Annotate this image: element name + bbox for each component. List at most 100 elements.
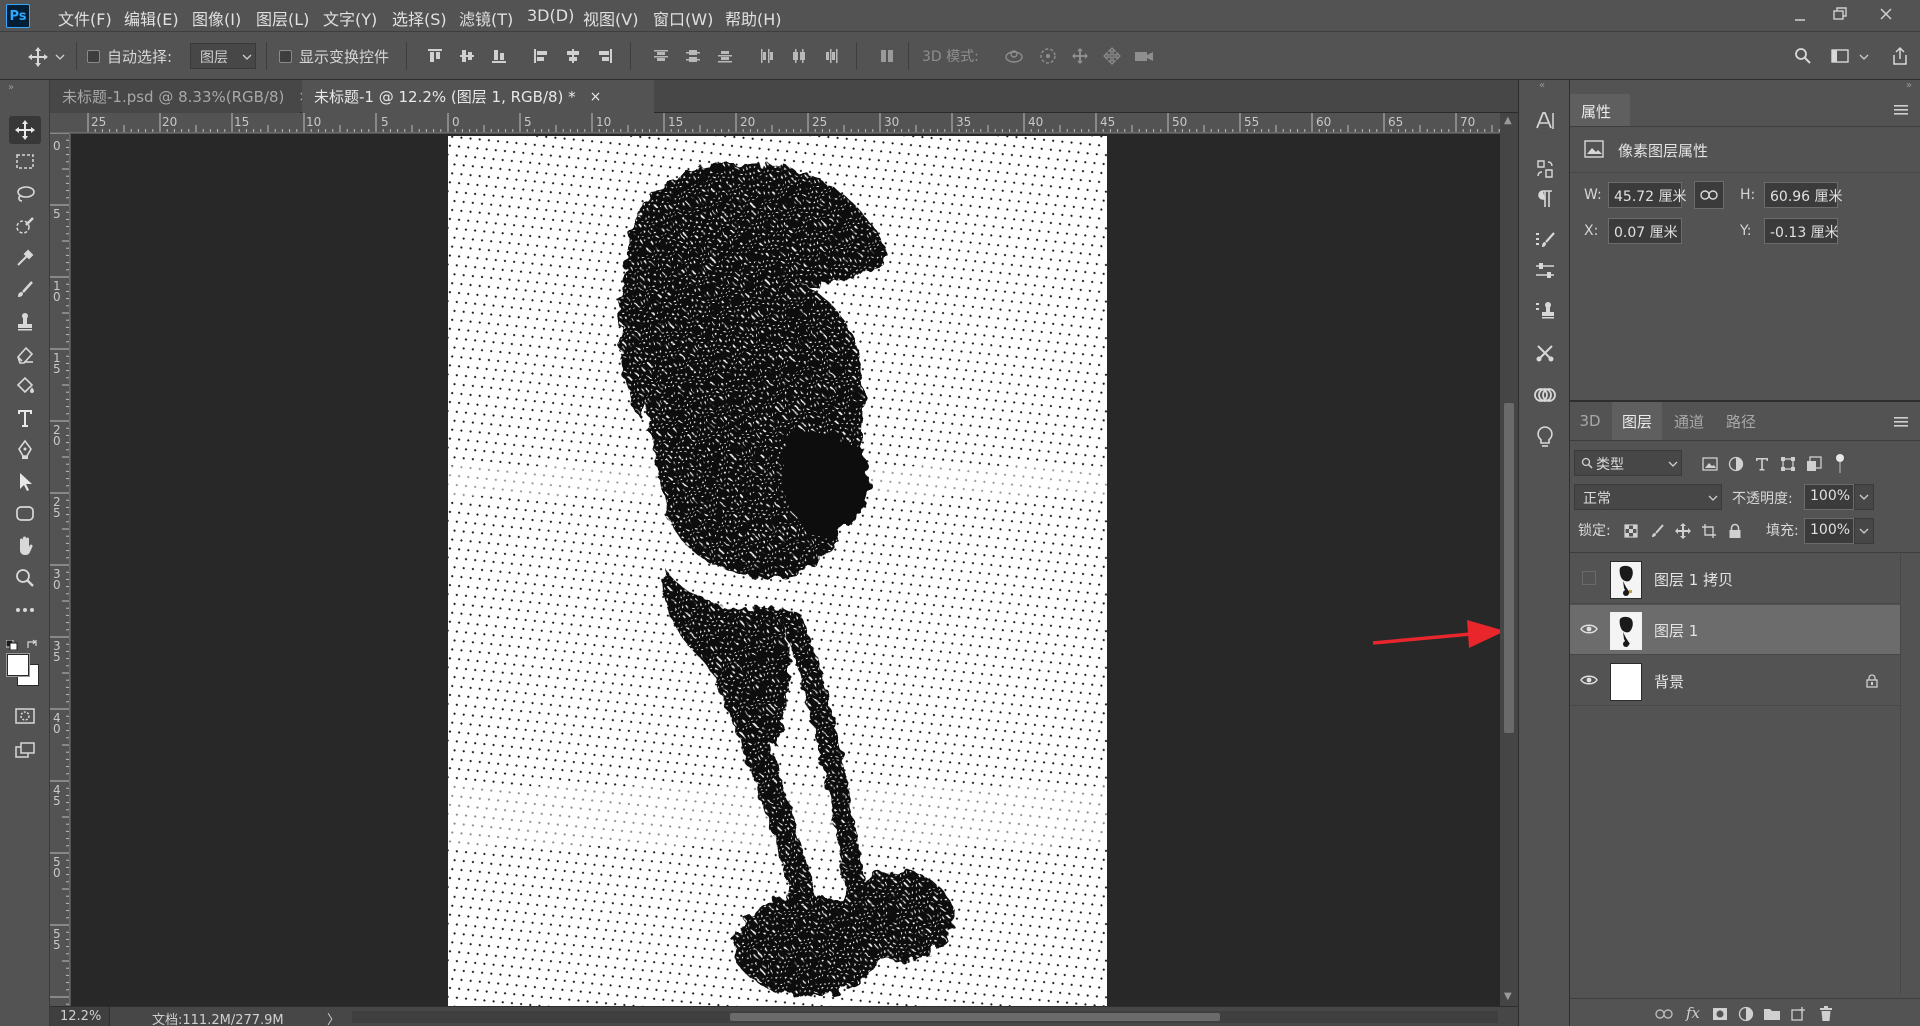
chevron-down-icon[interactable] [1854,484,1874,510]
move-tool-icon[interactable] [9,116,41,144]
filter-smart-object-icon[interactable] [1804,454,1824,474]
lasso-tool-icon[interactable] [9,180,41,208]
screen-mode-icon[interactable] [9,736,41,764]
scroll-thumb[interactable] [730,1013,1220,1021]
delete-layer-icon[interactable] [1816,1005,1836,1023]
marquee-tool-icon[interactable] [9,148,41,176]
layer-row-active[interactable]: 图层 1 [1570,605,1900,655]
eye-icon[interactable] [1578,671,1600,689]
3d-roll-icon[interactable] [1036,45,1060,67]
close-tab-icon[interactable]: × [590,89,602,105]
lock-all-icon[interactable] [1726,522,1744,540]
3d-orbit-icon[interactable] [1002,45,1026,67]
menu-file[interactable]: 文件(F) [58,6,112,30]
link-layers-icon[interactable] [1654,1005,1674,1023]
tab-paths[interactable]: 路径 [1716,402,1766,440]
3d-camera-icon[interactable] [1132,45,1156,67]
workspace-icon[interactable] [1828,45,1852,67]
filter-pixel-icon[interactable] [1700,454,1720,474]
menu-edit[interactable]: 编辑(E) [124,6,179,30]
vertical-scrollbar[interactable]: ▲ ▼ [1500,113,1518,1006]
chevron-down-icon[interactable] [1858,51,1870,63]
tab-document-psd[interactable]: 未标题-1.psd @ 8.33%(RGB/8) × [50,80,310,113]
distribute-horizontal-center-icon[interactable] [788,45,810,67]
align-horizontal-center-icon[interactable] [562,45,584,67]
align-left-icon[interactable] [530,45,552,67]
tab-layers[interactable]: 图层 [1612,402,1662,440]
close-window-icon[interactable] [1876,4,1896,24]
layer-effects-icon[interactable]: fx [1682,1003,1704,1023]
opacity-field[interactable]: 100% [1804,484,1854,510]
auto-select-target-dropdown[interactable]: 图层 [190,43,256,69]
align-bottom-icon[interactable] [488,45,510,67]
scroll-up-icon[interactable]: ▲ [1504,115,1512,126]
tab-channels[interactable]: 通道 [1664,402,1714,440]
character-panel-icon[interactable] [1529,106,1561,136]
blend-mode-dropdown[interactable]: 正常 [1574,484,1722,510]
auto-select-checkbox[interactable] [87,50,100,63]
share-icon[interactable] [1888,44,1912,68]
canvas-area[interactable] [71,134,1505,1006]
panel-menu-icon[interactable] [1892,102,1910,118]
libraries-icon[interactable] [1529,380,1561,410]
document-canvas[interactable] [448,136,1107,1006]
width-field[interactable]: 45.72 厘米 [1608,182,1687,208]
menu-3d[interactable]: 3D(D) [527,6,574,25]
y-field[interactable]: -0.13 厘米 [1764,218,1839,244]
height-field[interactable]: 60.96 厘米 [1764,182,1843,208]
add-mask-icon[interactable] [1710,1005,1730,1023]
horizontal-scrollbar[interactable] [352,1011,1498,1023]
3d-slide-icon[interactable] [1100,45,1124,67]
menu-layer[interactable]: 图层(L) [256,6,309,30]
status-menu-arrow[interactable]: 〉 [327,1009,340,1026]
collapse-toolbar-icon[interactable]: » [8,82,14,93]
zoom-tool-icon[interactable] [9,564,41,592]
tab-document-active[interactable]: 未标题-1 @ 12.2% (图层 1, RGB/8) * × [302,80,654,113]
move-tool-preset-icon[interactable] [26,45,50,69]
lock-artboard-icon[interactable] [1700,522,1718,540]
link-dimensions-icon[interactable] [1694,181,1724,209]
menu-filter[interactable]: 滤镜(T) [459,6,513,30]
new-layer-icon[interactable] [1788,1005,1808,1023]
filter-adjustment-icon[interactable] [1726,454,1746,474]
new-adjustment-layer-icon[interactable] [1736,1005,1756,1023]
expand-panels-icon[interactable]: « [1539,80,1545,91]
visibility-toggle-off[interactable] [1582,571,1596,585]
more-tools-icon[interactable] [9,596,41,624]
learn-lightbulb-icon[interactable] [1529,422,1561,452]
chevron-down-icon[interactable] [1854,518,1874,544]
distribute-top-icon[interactable] [650,45,672,67]
glyphs-panel-icon[interactable] [1529,154,1561,184]
align-vertical-center-icon[interactable] [456,45,478,67]
tool-presets-icon[interactable] [1529,338,1561,368]
filter-toggle-icon[interactable] [1832,452,1848,476]
menu-window[interactable]: 窗口(W) [653,6,713,30]
type-tool-icon[interactable] [9,404,41,432]
scroll-thumb[interactable] [1504,403,1514,733]
menu-image[interactable]: 图像(I) [192,6,241,30]
scroll-down-icon[interactable]: ▼ [1504,991,1512,1002]
distribute-left-icon[interactable] [756,45,778,67]
new-group-icon[interactable] [1762,1005,1782,1023]
zoom-field[interactable]: 12.2% [50,1007,110,1026]
minimize-icon[interactable] [1790,6,1810,26]
x-field[interactable]: 0.07 厘米 [1608,218,1682,244]
path-selection-tool-icon[interactable] [9,468,41,496]
rectangle-tool-icon[interactable] [9,500,41,528]
swap-colors-icon[interactable] [26,638,40,650]
paint-bucket-tool-icon[interactable] [9,372,41,400]
layer-filter-dropdown[interactable]: 类型 [1574,450,1682,476]
menu-type[interactable]: 文字(Y) [323,6,377,30]
eyedropper-tool-icon[interactable] [9,244,41,272]
default-colors-icon[interactable] [6,640,18,650]
collapse-panel-icon[interactable]: » [1906,80,1912,91]
quick-select-tool-icon[interactable] [9,212,41,240]
distribute-vertical-center-icon[interactable] [682,45,704,67]
quick-mask-icon[interactable] [9,702,41,730]
restore-icon[interactable] [1830,4,1850,24]
eye-icon[interactable] [1578,620,1600,638]
fill-field[interactable]: 100% [1804,518,1854,544]
pen-tool-icon[interactable] [9,436,41,464]
3d-pan-icon[interactable] [1068,45,1092,67]
adjustments-icon[interactable] [1529,256,1561,286]
